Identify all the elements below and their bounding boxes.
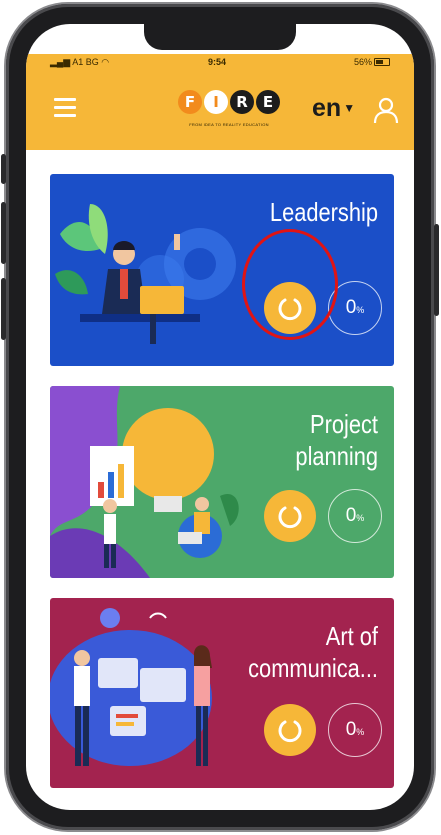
- course-title-leadership: Leadership: [269, 197, 378, 227]
- mute-switch: [1, 154, 6, 184]
- caret-down-icon: ▼: [343, 101, 356, 115]
- carrier-label: ▂▄▆ A1 BG ◠: [50, 57, 109, 68]
- language-selector[interactable]: en ▼: [312, 94, 355, 123]
- progress-value-leadership: 0: [345, 297, 357, 318]
- progress-indicator-project-planning: 0%: [328, 489, 382, 543]
- status-bar: ▂▄▆ A1 BG ◠ 9:54 56%: [26, 54, 414, 72]
- wifi-icon: ◠: [101, 57, 110, 67]
- start-course-button-leadership[interactable]: [264, 282, 316, 334]
- progress-unit-leadership: %: [356, 305, 365, 315]
- volume-up-button: [1, 202, 6, 264]
- user-profile-icon[interactable]: [372, 96, 400, 124]
- language-code: en: [312, 94, 342, 122]
- status-time: 9:54: [208, 57, 227, 67]
- course-card-art-of-communication[interactable]: Art of communica... 0%: [50, 598, 394, 788]
- battery-indicator: 56%: [354, 57, 390, 67]
- signal-icon: ▂▄▆: [50, 57, 71, 67]
- course-card-project-planning[interactable]: Project planning 0%: [50, 386, 394, 578]
- progress-indicator-art-of-communication: 0%: [328, 703, 382, 757]
- volume-down-button: [1, 278, 6, 340]
- hamburger-menu-icon[interactable]: [54, 98, 76, 117]
- app-screen: ▂▄▆ A1 BG ◠ 9:54 56% F I R E FROM IDEA T…: [26, 24, 414, 810]
- progress-unit-art-of-communication: %: [356, 727, 365, 737]
- power-restart-icon: [278, 720, 302, 743]
- battery-icon: [374, 58, 390, 66]
- course-title-art-of-communication: Art of communica...: [248, 621, 378, 683]
- fire-logo: F I R E FROM IDEA TO REALITY EDUCATION: [174, 86, 284, 128]
- camera-notch: [144, 24, 296, 50]
- course-card-leadership[interactable]: Leadership 0%: [50, 174, 394, 366]
- start-course-button-art-of-communication[interactable]: [264, 704, 316, 756]
- progress-indicator-leadership: 0%: [328, 281, 382, 335]
- logo-letter-i: I: [204, 90, 228, 114]
- phone-frame: ▂▄▆ A1 BG ◠ 9:54 56% F I R E FROM IDEA T…: [1, 4, 439, 830]
- power-button: [434, 224, 439, 316]
- logo-letter-f: F: [178, 90, 202, 114]
- logo-letter-e: E: [256, 90, 280, 114]
- carrier-name: A1 BG: [72, 57, 99, 67]
- power-restart-icon: [278, 506, 302, 529]
- start-course-button-project-planning[interactable]: [264, 490, 316, 542]
- course-title-project-planning: Project planning: [295, 409, 378, 471]
- progress-value-project-planning: 0: [345, 505, 357, 526]
- progress-value-art-of-communication: 0: [345, 719, 357, 740]
- app-header: F I R E FROM IDEA TO REALITY EDUCATION e…: [26, 72, 414, 150]
- logo-tagline: FROM IDEA TO REALITY EDUCATION: [189, 122, 269, 127]
- power-restart-icon: [278, 298, 302, 321]
- logo-letter-r: R: [230, 90, 254, 114]
- progress-unit-project-planning: %: [356, 513, 365, 523]
- battery-percent: 56%: [353, 57, 372, 67]
